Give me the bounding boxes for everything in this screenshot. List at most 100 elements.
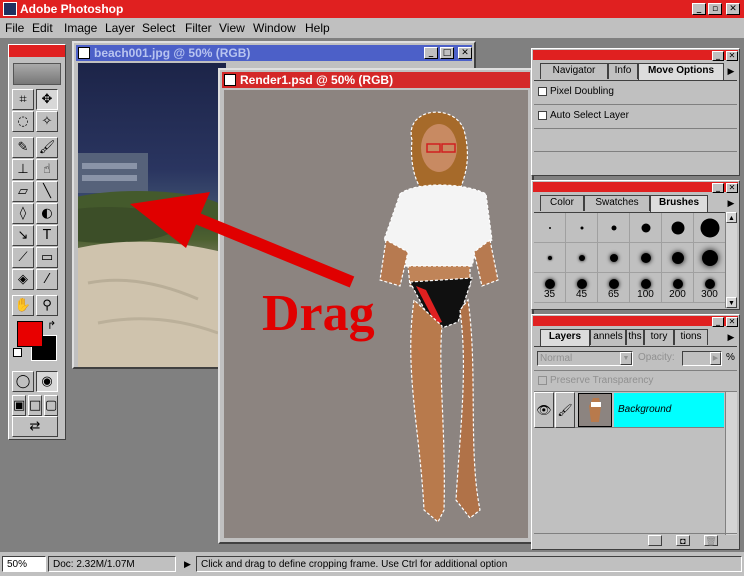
brush-soft-13[interactable] — [662, 243, 694, 273]
brush-200[interactable]: 200 — [662, 273, 694, 303]
layers-palette-minimize-button[interactable]: _ — [712, 317, 724, 327]
brushes-palette-title-bar[interactable] — [533, 182, 738, 192]
type-tool-icon[interactable]: T — [36, 225, 58, 246]
brush-1px[interactable] — [534, 213, 566, 243]
screen-mode-full-icon[interactable]: ▢ — [44, 395, 58, 416]
tab-color[interactable]: Color — [540, 195, 584, 211]
chevron-down-icon[interactable]: ▼ — [620, 352, 632, 365]
photoshop-app-icon[interactable] — [3, 2, 17, 16]
menu-image[interactable]: Image — [64, 18, 97, 38]
brush-9px[interactable] — [630, 213, 662, 243]
render-window-title-bar[interactable]: Render1.psd @ 50% (RGB) — [222, 72, 530, 88]
menu-edit[interactable]: Edit — [32, 18, 53, 38]
tab-paths[interactable]: ths — [626, 329, 644, 345]
paint-bucket-tool-icon[interactable]: ◈ — [12, 269, 34, 290]
brush-soft-3[interactable] — [566, 243, 598, 273]
zoom-field[interactable]: 50% — [2, 556, 46, 572]
app-title-bar[interactable]: Adobe Photoshop — [0, 0, 744, 18]
beach-image-canvas[interactable] — [78, 63, 226, 367]
brushes-palette-close-button[interactable]: ✕ — [726, 183, 738, 193]
brush-35[interactable]: 35 — [534, 273, 566, 303]
zoom-tool-icon[interactable]: ⚲ — [36, 295, 58, 316]
blur-tool-icon[interactable]: ◊ — [12, 203, 34, 224]
smudge-tool-icon[interactable]: ☝ — [36, 159, 58, 180]
brush-soft-19[interactable] — [694, 243, 726, 273]
eyedropper-tool-icon[interactable]: ⁄ — [36, 269, 58, 290]
layers-scrollbar[interactable] — [725, 392, 737, 535]
menu-layer[interactable]: Layer — [105, 18, 135, 38]
paintbrush-icon[interactable]: 🖌 — [555, 392, 575, 428]
eye-visibility-icon[interactable]: 👁 — [534, 392, 554, 428]
brush-65[interactable]: 65 — [598, 273, 630, 303]
jump-to-imageready-icon[interactable]: ⇄ — [12, 416, 58, 437]
dodge-tool-icon[interactable]: ◐ — [36, 203, 58, 224]
checkbox-icon[interactable] — [538, 111, 547, 120]
menu-select[interactable]: Select — [142, 18, 175, 38]
menu-filter[interactable]: Filter — [185, 18, 212, 38]
opacity-arrow-icon[interactable]: ▶ — [710, 352, 721, 365]
brush-soft-9[interactable] — [630, 243, 662, 273]
brush-soft-1[interactable] — [534, 243, 566, 273]
swap-colors-icon[interactable]: ↱ — [47, 319, 56, 332]
app-close-button[interactable]: ✕ — [726, 3, 740, 15]
move-tool-icon[interactable]: ✥ — [36, 89, 58, 110]
brush-100[interactable]: 100 — [630, 273, 662, 303]
beach-maximize-button[interactable]: □ — [440, 47, 454, 59]
tab-move-options[interactable]: Move Options — [638, 63, 724, 80]
status-menu-arrow-icon[interactable]: ▶ — [180, 556, 194, 572]
checkbox-icon[interactable] — [538, 376, 547, 385]
tab-layers[interactable]: Layers — [540, 329, 590, 346]
layer-row-background[interactable]: 👁 🖌 Background — [534, 392, 724, 428]
pixel-doubling-checkbox[interactable]: Pixel Doubling — [536, 82, 614, 102]
brush-300[interactable]: 300 — [694, 273, 726, 303]
brushes-scrollbar[interactable]: ▲ ▼ — [725, 212, 737, 308]
menu-file[interactable]: File — [5, 18, 24, 38]
brush-19px[interactable] — [694, 213, 726, 243]
paintbrush-tool-icon[interactable]: 🖌 — [36, 137, 58, 158]
crop-tool-icon[interactable]: ⌗ — [12, 89, 34, 110]
layer-name-background[interactable]: Background — [614, 393, 724, 427]
brush-5px[interactable] — [598, 213, 630, 243]
hand-tool-icon[interactable]: ✋ — [12, 295, 34, 316]
checkbox-icon[interactable] — [538, 87, 547, 96]
screen-mode-standard-icon[interactable]: ▣ — [12, 395, 26, 416]
blend-mode-select[interactable]: Normal ▼ — [537, 351, 633, 366]
brush-13px[interactable] — [662, 213, 694, 243]
adobe-eye-logo[interactable] — [13, 63, 61, 85]
auto-select-layer-checkbox[interactable]: Auto Select Layer — [536, 106, 629, 126]
brush-3px[interactable] — [566, 213, 598, 243]
app-restore-button[interactable]: ▫ — [708, 3, 722, 15]
menu-window[interactable]: Window — [253, 18, 296, 38]
standard-mode-icon[interactable]: ◯ — [12, 371, 34, 392]
options-palette-menu-arrow-icon[interactable]: ▶ — [725, 63, 737, 79]
options-palette-title-bar[interactable] — [533, 50, 738, 60]
app-minimize-button[interactable]: _ — [692, 3, 706, 15]
gradient-tool-icon[interactable]: ▭ — [36, 247, 58, 268]
eraser-tool-icon[interactable]: ▱ — [12, 181, 34, 202]
rubber-stamp-tool-icon[interactable]: ⊥ — [12, 159, 34, 180]
options-palette-minimize-button[interactable]: _ — [712, 51, 724, 61]
screen-mode-full-menu-icon[interactable]: □ — [28, 395, 42, 416]
beach-window-title-bar[interactable]: beach001.jpg @ 50% (RGB) — [76, 45, 472, 61]
airbrush-tool-icon[interactable]: ✎ — [12, 137, 34, 158]
opacity-input[interactable]: ▶ — [682, 351, 722, 366]
layer-thumbnail[interactable] — [578, 393, 612, 427]
trash-icon[interactable]: 🗑 — [704, 535, 718, 546]
tab-actions[interactable]: tions — [674, 329, 708, 345]
tab-info[interactable]: Info — [608, 63, 638, 79]
menu-help[interactable]: Help — [305, 18, 330, 38]
brush-soft-5[interactable] — [598, 243, 630, 273]
scroll-up-arrow-icon[interactable]: ▲ — [726, 212, 737, 223]
tab-history[interactable]: tory — [644, 329, 674, 345]
scroll-down-arrow-icon[interactable]: ▼ — [726, 297, 737, 308]
brushes-palette-minimize-button[interactable]: _ — [712, 183, 724, 193]
toolbox-title-bar[interactable] — [9, 45, 65, 57]
tab-navigator[interactable]: Navigator — [540, 63, 608, 79]
brush-45[interactable]: 45 — [566, 273, 598, 303]
lasso-tool-icon[interactable]: ◌ — [12, 111, 34, 132]
add-layer-mask-icon[interactable] — [648, 535, 662, 546]
magic-wand-tool-icon[interactable]: ✧ — [36, 111, 58, 132]
pen-tool-icon[interactable]: ↘ — [12, 225, 34, 246]
default-colors-icon[interactable] — [13, 348, 22, 357]
line-tool-icon[interactable]: ╲ — [36, 181, 58, 202]
